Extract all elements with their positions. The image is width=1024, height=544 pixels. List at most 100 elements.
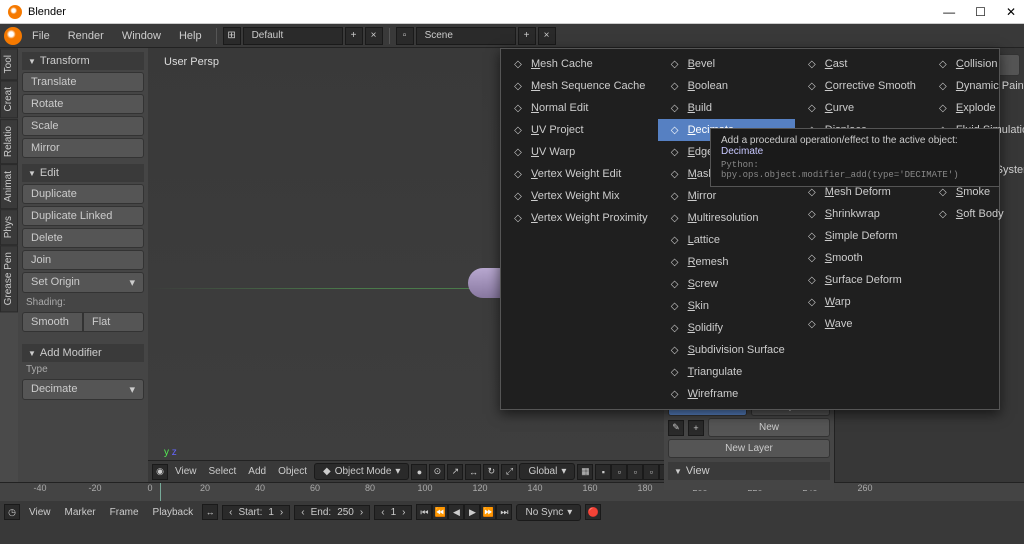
modifier-item-vertex-weight-proximity[interactable]: ◇Vertex Weight Proximity (501, 207, 658, 229)
modifier-item-shrinkwrap[interactable]: ◇Shrinkwrap (795, 203, 926, 225)
scene-select[interactable]: Scene (416, 27, 516, 45)
screen-layout-select[interactable]: Default (243, 27, 343, 45)
modifier-item-screw[interactable]: ◇Screw (658, 273, 795, 295)
jump-start-icon[interactable]: ⏮ (416, 504, 432, 520)
duplicate-linked-button[interactable]: Duplicate Linked (22, 206, 144, 226)
manipulator-rotate-icon[interactable]: ↻ (483, 464, 499, 480)
modifier-item-lattice[interactable]: ◇Lattice (658, 229, 795, 251)
play-icon[interactable]: ▶ (464, 504, 480, 520)
autokey-icon[interactable]: 🔴 (585, 504, 601, 520)
close-button[interactable]: ✕ (1006, 5, 1016, 19)
modifier-item-bevel[interactable]: ◇Bevel (658, 53, 795, 75)
layout-add-button[interactable]: + (345, 27, 363, 45)
modifier-item-curve[interactable]: ◇Curve (795, 97, 926, 119)
modifier-item-skin[interactable]: ◇Skin (658, 295, 795, 317)
minimize-button[interactable]: — (943, 5, 955, 19)
modifier-item-boolean[interactable]: ◇Boolean (658, 75, 795, 97)
current-frame-field[interactable]: ‹ 1 › (374, 505, 412, 520)
modifier-item-surface-deform[interactable]: ◇Surface Deform (795, 269, 926, 291)
orientation-select[interactable]: Global ▾ (519, 463, 575, 480)
tl-frame[interactable]: Frame (105, 505, 144, 520)
scene-browse-icon[interactable]: ▫ (396, 27, 414, 45)
modifier-item-normal-edit[interactable]: ◇Normal Edit (501, 97, 658, 119)
vh-add[interactable]: Add (243, 464, 271, 479)
maximize-button[interactable]: ☐ (975, 5, 986, 19)
gp-add-icon[interactable]: + (688, 420, 704, 436)
modifier-dropdown[interactable]: ◇Mesh Cache◇Mesh Sequence Cache◇Normal E… (500, 48, 1000, 410)
keyframe-prev-icon[interactable]: ⏪ (432, 504, 448, 520)
vh-view[interactable]: View (170, 464, 202, 479)
tab-animation[interactable]: Animat (0, 164, 18, 209)
tab-relations[interactable]: Relatio (0, 119, 18, 164)
modifier-item-subdivision-surface[interactable]: ◇Subdivision Surface (658, 339, 795, 361)
transform-panel-head[interactable]: Transform (22, 52, 144, 70)
tab-tools[interactable]: Tool (0, 48, 18, 80)
scene-del-button[interactable]: × (538, 27, 556, 45)
tab-grease[interactable]: Grease Pen (0, 245, 18, 312)
modifier-item-collision[interactable]: ◇Collision (926, 53, 1024, 75)
modifier-item-vertex-weight-edit[interactable]: ◇Vertex Weight Edit (501, 163, 658, 185)
timeline-ruler[interactable]: -40-200204060801001201401601802002202402… (0, 483, 1024, 501)
shade-smooth-button[interactable]: Smooth (22, 312, 83, 332)
modifier-item-mesh-cache[interactable]: ◇Mesh Cache (501, 53, 658, 75)
mode-select[interactable]: ◆ Object Mode ▾ (314, 463, 409, 480)
jump-end-icon[interactable]: ⏭ (496, 504, 512, 520)
end-frame-field[interactable]: ‹ End: 250 › (294, 505, 370, 520)
modifier-item-cast[interactable]: ◇Cast (795, 53, 926, 75)
manipulator-icon[interactable]: ↗ (447, 464, 463, 480)
view-panel-head[interactable]: View (668, 462, 830, 480)
menu-help[interactable]: Help (171, 28, 210, 44)
translate-button[interactable]: Translate (22, 72, 144, 92)
delete-button[interactable]: Delete (22, 228, 144, 248)
vh-select[interactable]: Select (204, 464, 242, 479)
tl-marker[interactable]: Marker (60, 505, 101, 520)
menu-file[interactable]: File (24, 28, 58, 44)
modifier-item-simple-deform[interactable]: ◇Simple Deform (795, 225, 926, 247)
modifier-item-uv-warp[interactable]: ◇UV Warp (501, 141, 658, 163)
modifier-item-soft-body[interactable]: ◇Soft Body (926, 203, 1024, 225)
modifier-item-wave[interactable]: ◇Wave (795, 313, 926, 335)
shading-solid-icon[interactable]: ● (411, 464, 427, 480)
sync-select[interactable]: No Sync ▾ (516, 504, 581, 521)
modifier-item-uv-project[interactable]: ◇UV Project (501, 119, 658, 141)
manipulator-translate-icon[interactable]: ↔ (465, 464, 481, 480)
modifier-item-smooth[interactable]: ◇Smooth (795, 247, 926, 269)
gp-new-layer-button[interactable]: New Layer (668, 439, 830, 458)
tab-physics[interactable]: Phys (0, 209, 18, 245)
modifier-item-mirror[interactable]: ◇Mirror (658, 185, 795, 207)
modifier-item-vertex-weight-mix[interactable]: ◇Vertex Weight Mix (501, 185, 658, 207)
timeline-editor-icon[interactable]: ◷ (4, 504, 20, 520)
rotate-button[interactable]: Rotate (22, 94, 144, 114)
layers-icon[interactable]: ▦ (577, 464, 593, 480)
modifier-item-corrective-smooth[interactable]: ◇Corrective Smooth (795, 75, 926, 97)
modifier-item-explode[interactable]: ◇Explode (926, 97, 1024, 119)
keyframe-next-icon[interactable]: ⏩ (480, 504, 496, 520)
tl-range-icon[interactable]: ↔ (202, 504, 218, 520)
tab-create[interactable]: Creat (0, 80, 18, 118)
menu-render[interactable]: Render (60, 28, 112, 44)
modifier-item-triangulate[interactable]: ◇Triangulate (658, 361, 795, 383)
join-button[interactable]: Join (22, 250, 144, 270)
blender-icon[interactable] (4, 27, 22, 45)
screen-layout-icon[interactable]: ⊞ (223, 27, 241, 45)
add-modifier-op-head[interactable]: Add Modifier (22, 344, 144, 362)
play-reverse-icon[interactable]: ◀ (448, 504, 464, 520)
addmod-type-select[interactable]: Decimate▾ (22, 379, 144, 400)
modifier-item-wireframe[interactable]: ◇Wireframe (658, 383, 795, 405)
modifier-item-multiresolution[interactable]: ◇Multiresolution (658, 207, 795, 229)
modifier-item-dynamic-paint[interactable]: ◇Dynamic Paint (926, 75, 1024, 97)
shade-flat-button[interactable]: Flat (83, 312, 144, 332)
modifier-item-build[interactable]: ◇Build (658, 97, 795, 119)
layout-del-button[interactable]: × (365, 27, 383, 45)
gp-new-button[interactable]: New (708, 418, 830, 437)
vh-object[interactable]: Object (273, 464, 312, 479)
start-frame-field[interactable]: ‹ Start: 1 › (222, 505, 290, 520)
playhead[interactable] (160, 483, 161, 501)
modifier-item-remesh[interactable]: ◇Remesh (658, 251, 795, 273)
manipulator-scale-icon[interactable]: ⤢ (501, 464, 517, 480)
tl-view[interactable]: View (24, 505, 56, 520)
duplicate-button[interactable]: Duplicate (22, 184, 144, 204)
edit-panel-head[interactable]: Edit (22, 164, 144, 182)
gp-pencil-icon[interactable]: ✎ (668, 420, 684, 436)
mirror-button[interactable]: Mirror (22, 138, 144, 158)
